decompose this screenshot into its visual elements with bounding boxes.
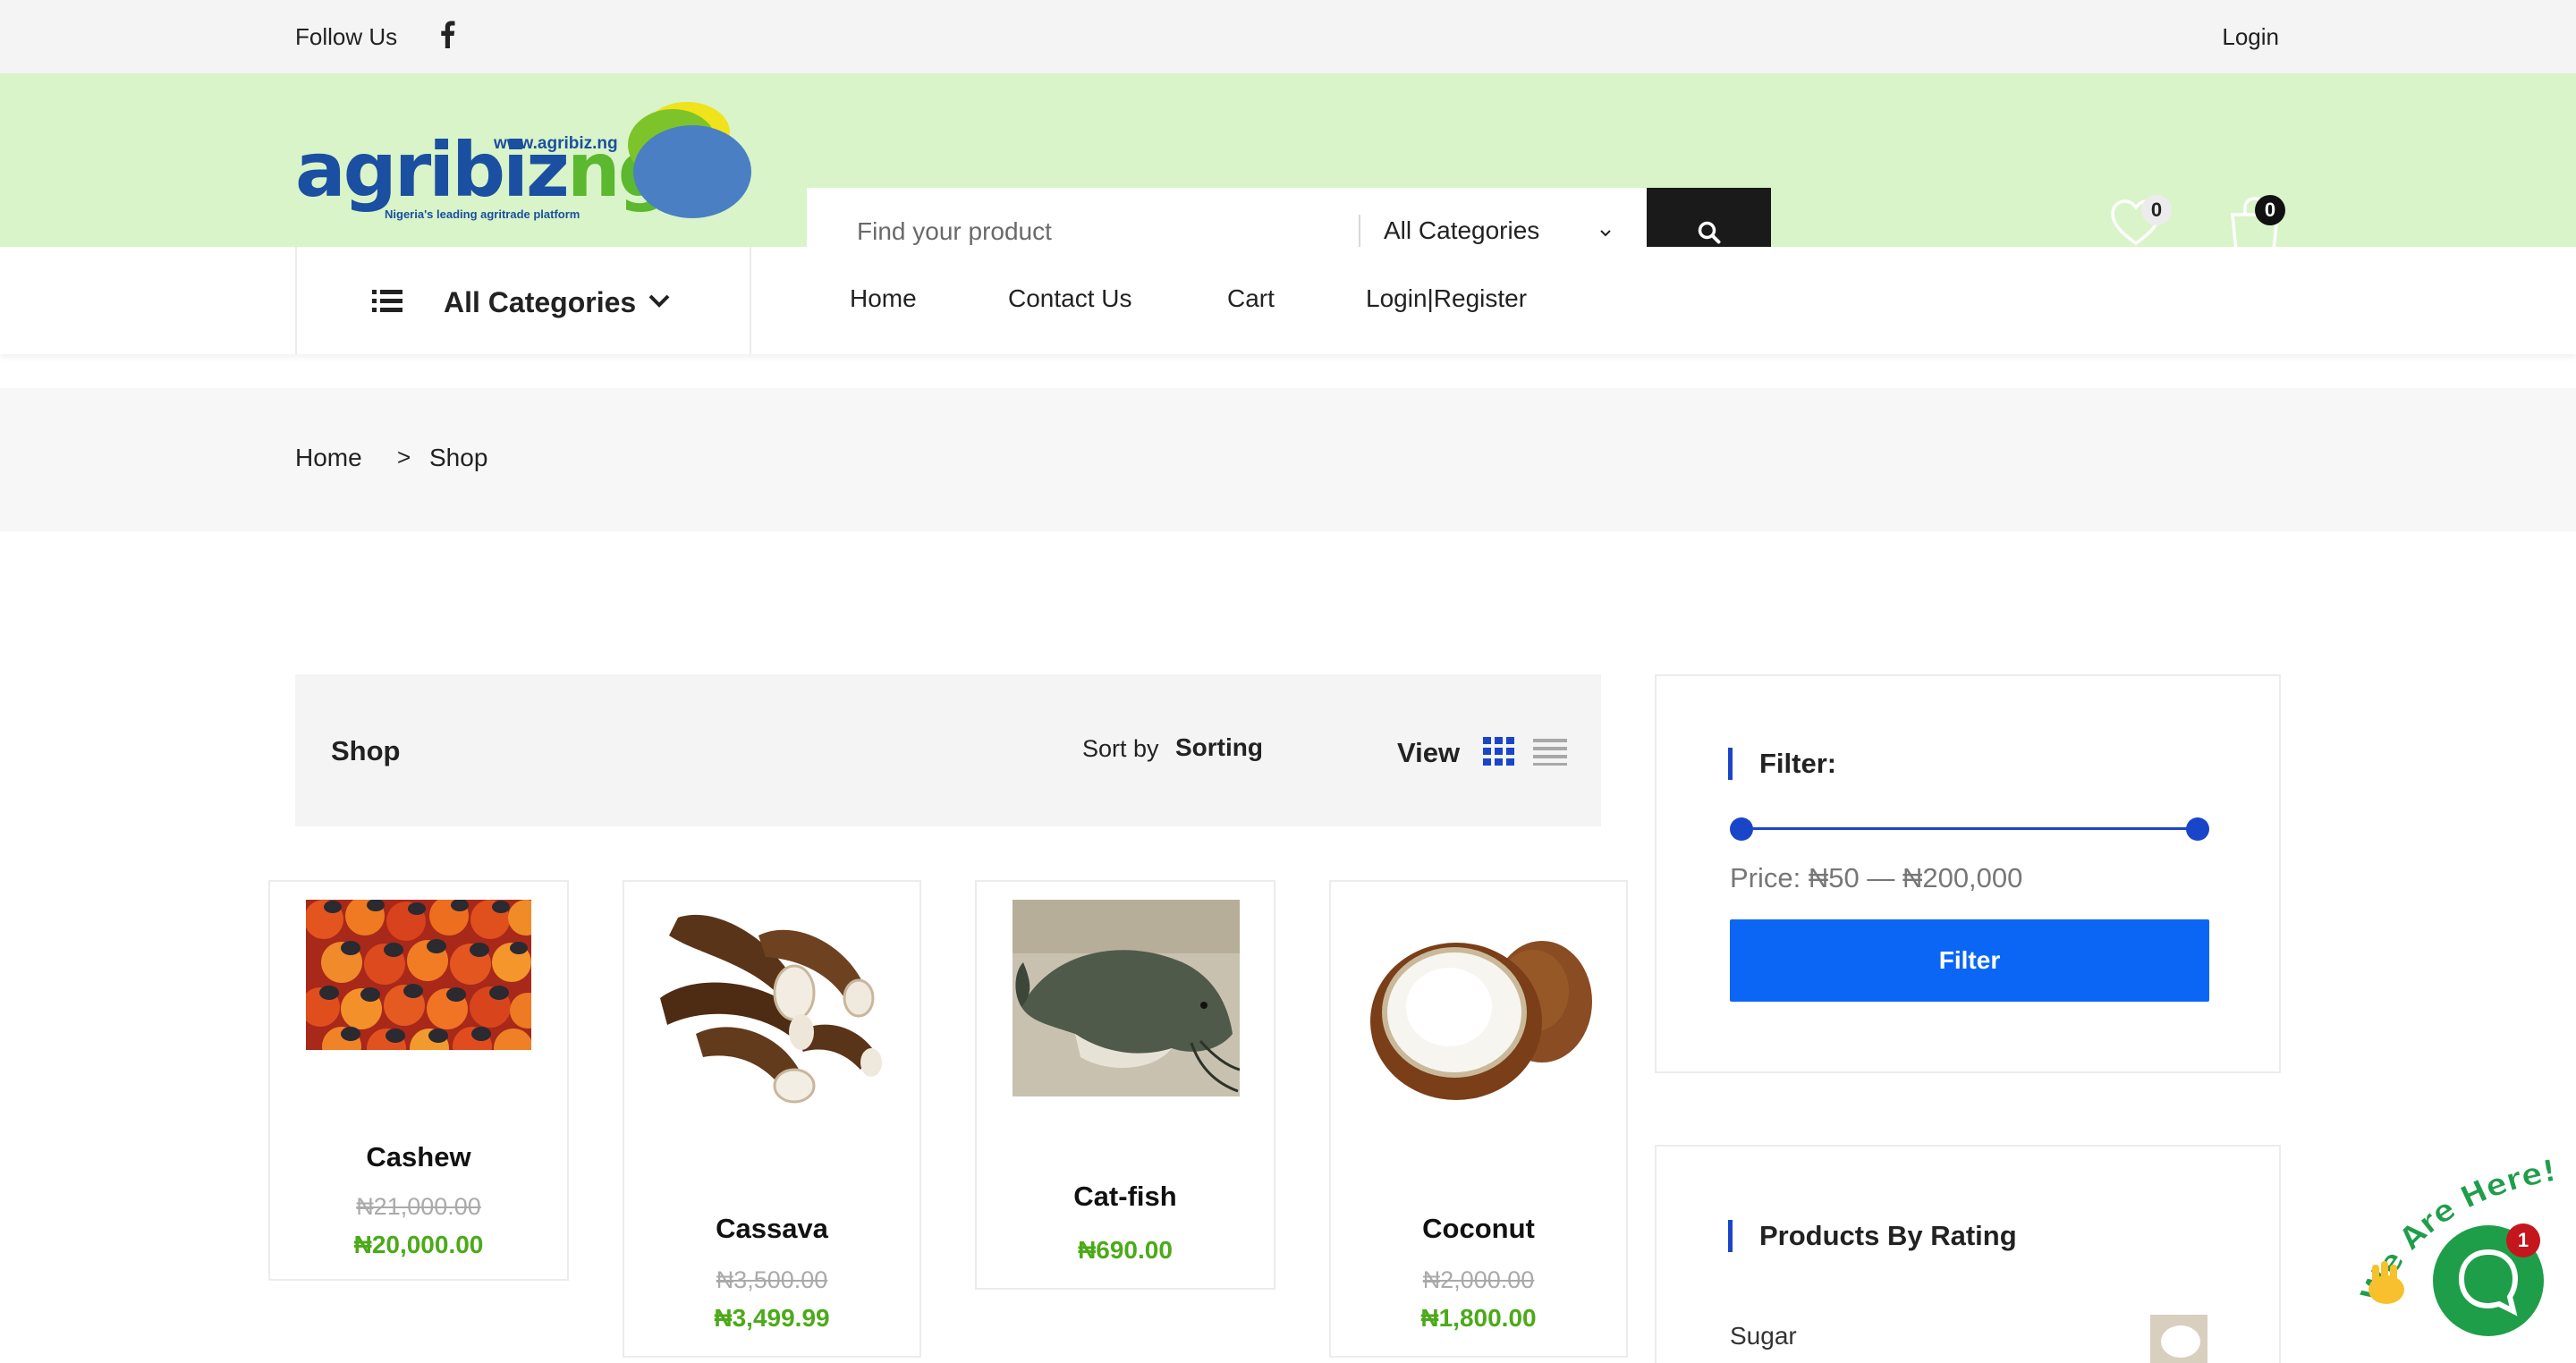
breadcrumb-home[interactable]: Home	[295, 444, 362, 472]
slider-track	[1739, 827, 2199, 830]
breadcrumb-current: Shop	[429, 444, 488, 471]
product-name[interactable]: Coconut	[1331, 1213, 1626, 1245]
grid-view-icon[interactable]	[1483, 737, 1515, 766]
shop-toolbar: Shop Sort by Sorting View	[295, 674, 1601, 826]
chat-widget[interactable]: We Are Here! 1	[2352, 1154, 2576, 1363]
facebook-icon[interactable]	[438, 20, 456, 48]
wishlist-count-badge: 0	[2141, 195, 2172, 225]
product-price: ₦20,000.00	[353, 1231, 484, 1258]
search-divider	[1359, 215, 1360, 250]
category-select[interactable]: All Categories	[1384, 216, 1539, 245]
product-card-cat-fish[interactable]: Cat-fish ₦690.00	[975, 880, 1275, 1290]
header: agribizng www.agribiz.ng Nigeria's leadi…	[0, 73, 2576, 277]
rating-product-name[interactable]: Sugar	[1730, 1322, 1797, 1350]
shop-title: Shop	[331, 735, 401, 766]
product-image[interactable]	[1013, 900, 1240, 1096]
logo-tagline: Nigeria's leading agritrade platform	[385, 207, 580, 221]
list-view-icon[interactable]	[1533, 739, 1567, 766]
chat-notification-badge: 1	[2506, 1223, 2540, 1257]
nav-link-contact[interactable]: Contact Us	[1008, 284, 1132, 313]
follow-us-label: Follow Us	[295, 23, 398, 50]
breadcrumb: Home > Shop	[0, 388, 2576, 531]
product-image[interactable]	[306, 900, 531, 1050]
rating-product-thumbnail[interactable]	[2150, 1315, 2207, 1363]
chevron-down-icon	[1600, 230, 1611, 237]
slider-min-handle[interactable]	[1730, 817, 1753, 841]
products-by-rating-widget: Products By Rating Sugar	[1655, 1145, 2281, 1363]
slider-max-handle[interactable]	[2186, 817, 2209, 841]
cart-count-badge: 0	[2255, 195, 2285, 225]
nav-link-login-register[interactable]: Login|Register	[1366, 284, 1527, 313]
product-name[interactable]: Cat-fish	[977, 1181, 1274, 1213]
price-range-slider[interactable]	[1730, 817, 2209, 841]
product-name[interactable]: Cashew	[270, 1141, 567, 1173]
product-price: ₦1,800.00	[1420, 1304, 1537, 1332]
top-bar: Follow Us Login	[0, 0, 2576, 73]
product-name[interactable]: Cassava	[624, 1213, 919, 1245]
site-logo[interactable]: agribizng www.agribiz.ng Nigeria's leadi…	[295, 98, 753, 224]
product-image[interactable]	[1367, 927, 1592, 1105]
product-image[interactable]	[660, 900, 884, 1114]
chevron-down-icon	[648, 294, 670, 308]
product-old-price: ₦3,500.00	[716, 1266, 828, 1293]
product-price: ₦3,499.99	[714, 1304, 830, 1332]
nav-link-cart[interactable]: Cart	[1227, 284, 1275, 313]
filter-button[interactable]: Filter	[1730, 919, 2209, 1002]
logo-url: www.agribiz.ng	[494, 134, 618, 153]
view-label: View	[1397, 737, 1461, 768]
breadcrumb-separator: >	[397, 444, 411, 470]
product-price: ₦690.00	[1078, 1236, 1173, 1264]
search-icon	[1698, 221, 1720, 244]
list-icon	[372, 290, 402, 312]
product-card-cassava[interactable]: Cassava ₦3,500.00 ₦3,499.99	[623, 880, 921, 1358]
product-old-price: ₦21,000.00	[356, 1193, 481, 1220]
sort-select[interactable]: Sorting	[1175, 733, 1263, 762]
all-categories-dropdown[interactable]: All Categories	[295, 247, 751, 354]
filter-heading: Filter:	[1728, 748, 1836, 780]
sort-by-label: Sort by	[1082, 735, 1159, 762]
rating-heading: Products By Rating	[1728, 1220, 2017, 1252]
main-nav: All Categories Home Contact Us Cart Logi…	[0, 247, 2576, 354]
price-filter-widget: Filter: Price: ₦50 — ₦200,000 Filter	[1655, 674, 2281, 1073]
product-card-coconut[interactable]: Coconut ₦2,000.00 ₦1,800.00	[1329, 880, 1628, 1358]
nav-link-home[interactable]: Home	[850, 284, 917, 313]
all-categories-label: All Categories	[444, 286, 637, 318]
product-card-cashew[interactable]: Cashew ₦21,000.00 ₦20,000.00	[268, 880, 569, 1281]
price-range-text: Price: ₦50 — ₦200,000	[1730, 862, 2023, 893]
logo-leaf-icon	[628, 102, 751, 218]
product-old-price: ₦2,000.00	[1422, 1266, 1535, 1293]
top-login-link[interactable]: Login	[2222, 23, 2279, 51]
